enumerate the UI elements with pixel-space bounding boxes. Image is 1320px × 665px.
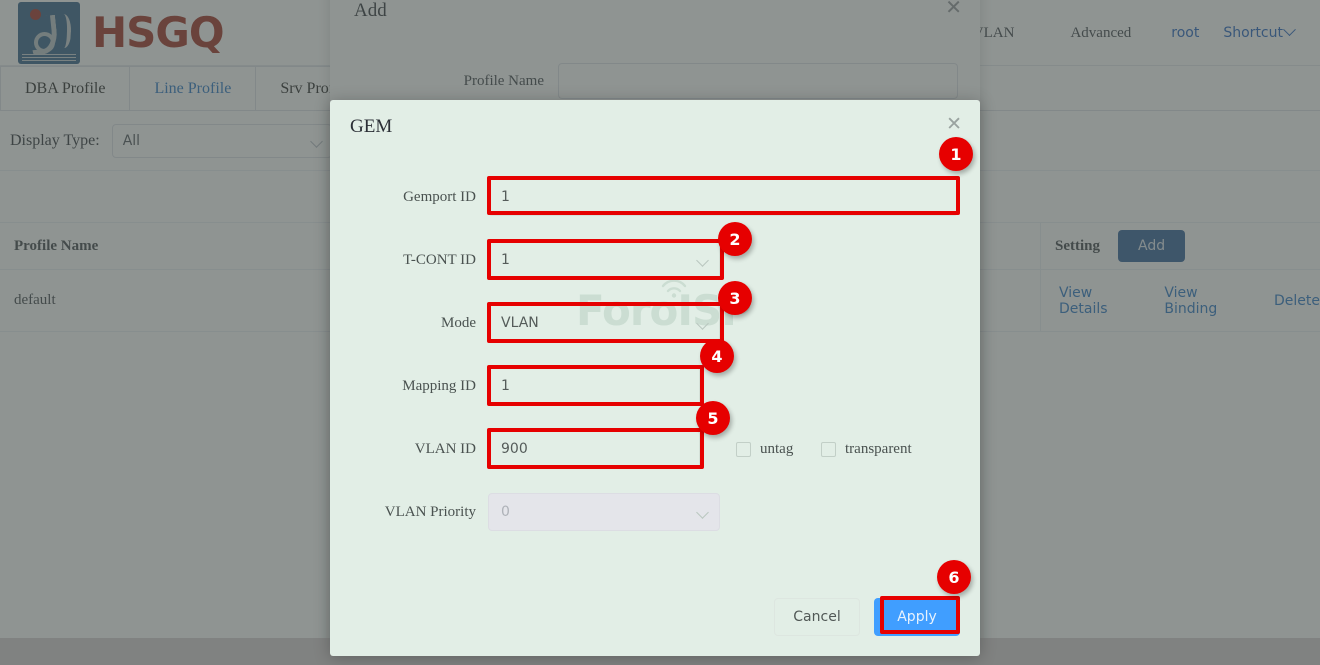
tab-dba-profile[interactable]: DBA Profile xyxy=(0,66,130,110)
untag-checkbox[interactable]: untag xyxy=(736,441,793,458)
close-icon[interactable]: ✕ xyxy=(945,0,962,17)
transparent-checkbox-label: transparent xyxy=(845,441,912,458)
field-row-mapping-id: Mapping ID 1 xyxy=(330,367,980,405)
annotation-badge-4: 4 xyxy=(700,339,734,373)
tab-line-profile[interactable]: Line Profile xyxy=(130,66,256,110)
wifi-icon xyxy=(660,278,688,298)
annotation-badge-5: 5 xyxy=(696,401,730,435)
chevron-down-icon xyxy=(696,254,709,267)
chevron-down-icon xyxy=(696,506,709,519)
shortcut-menu[interactable]: Shortcut xyxy=(1211,0,1306,66)
cancel-button[interactable]: Cancel xyxy=(774,598,860,636)
mapping-id-input[interactable]: 1 xyxy=(488,367,700,405)
chevron-down-icon xyxy=(1283,23,1296,36)
gem-dialog-title: GEM xyxy=(350,116,392,138)
tcont-id-select[interactable]: 1 xyxy=(488,241,720,279)
gemport-id-input[interactable]: 1 xyxy=(488,178,958,216)
display-type-label: Display Type: xyxy=(10,132,100,150)
profile-name-label: Profile Name xyxy=(330,73,558,90)
column-header-setting: Setting Add xyxy=(1040,222,1320,270)
vlan-id-label: VLAN ID xyxy=(330,441,488,458)
top-navigation: VLAN Advanced root Shortcut xyxy=(945,0,1320,66)
mode-select[interactable]: VLAN xyxy=(488,304,720,342)
hsgq-logo-icon xyxy=(18,2,80,64)
vlan-priority-select: 0 xyxy=(488,493,720,531)
gem-dialog: GEM ✕ ForoISP Gemport ID 1 T-CONT ID 1 M… xyxy=(330,100,980,656)
checkbox-box-icon xyxy=(736,442,751,457)
nav-item-advanced[interactable]: Advanced xyxy=(1042,0,1159,66)
cell-actions: View Details View Binding Delete xyxy=(1040,270,1320,332)
close-icon[interactable]: ✕ xyxy=(946,115,962,134)
gem-dialog-footer: Cancel Apply xyxy=(774,598,960,636)
delete-link[interactable]: Delete xyxy=(1274,293,1320,309)
column-header-setting-label: Setting xyxy=(1055,238,1100,255)
transparent-checkbox[interactable]: transparent xyxy=(821,441,912,458)
add-button[interactable]: Add xyxy=(1118,230,1185,262)
gemport-id-label: Gemport ID xyxy=(330,189,488,206)
shortcut-label: Shortcut xyxy=(1223,25,1283,41)
tcont-id-label: T-CONT ID xyxy=(330,252,488,269)
display-type-select[interactable]: All xyxy=(112,124,332,158)
vlan-id-input[interactable]: 900 xyxy=(488,430,700,468)
vlan-priority-label: VLAN Priority xyxy=(330,504,488,521)
field-row-gemport-id: Gemport ID 1 xyxy=(330,178,980,216)
field-row-tcont-id: T-CONT ID 1 xyxy=(330,241,980,279)
tcont-id-value: 1 xyxy=(501,252,510,268)
display-type-value: All xyxy=(123,133,140,149)
chevron-down-icon xyxy=(696,317,709,330)
view-binding-link[interactable]: View Binding xyxy=(1164,285,1252,317)
field-row-mode: Mode VLAN xyxy=(330,304,980,342)
current-user-link[interactable]: root xyxy=(1159,0,1211,66)
untag-checkbox-label: untag xyxy=(760,441,793,458)
add-dialog-profile-name-row: Profile Name xyxy=(330,63,980,99)
checkbox-box-icon xyxy=(821,442,836,457)
field-row-vlan-priority: VLAN Priority 0 xyxy=(330,493,980,531)
mode-value: VLAN xyxy=(501,315,539,331)
add-dialog-title: Add xyxy=(354,0,387,22)
brand-name: HSGQ xyxy=(92,12,224,54)
vlan-priority-value: 0 xyxy=(501,504,510,520)
view-details-link[interactable]: View Details xyxy=(1059,285,1142,317)
apply-button[interactable]: Apply xyxy=(874,598,960,636)
annotation-badge-6: 6 xyxy=(937,560,971,594)
brand-logo[interactable]: HSGQ xyxy=(18,2,224,64)
mapping-id-label: Mapping ID xyxy=(330,378,488,395)
chevron-down-icon xyxy=(310,135,323,148)
profile-name-input[interactable] xyxy=(558,63,958,99)
annotation-badge-2: 2 xyxy=(718,222,752,256)
mode-label: Mode xyxy=(330,315,488,332)
annotation-badge-1: 1 xyxy=(939,137,973,171)
annotation-badge-3: 3 xyxy=(718,281,752,315)
